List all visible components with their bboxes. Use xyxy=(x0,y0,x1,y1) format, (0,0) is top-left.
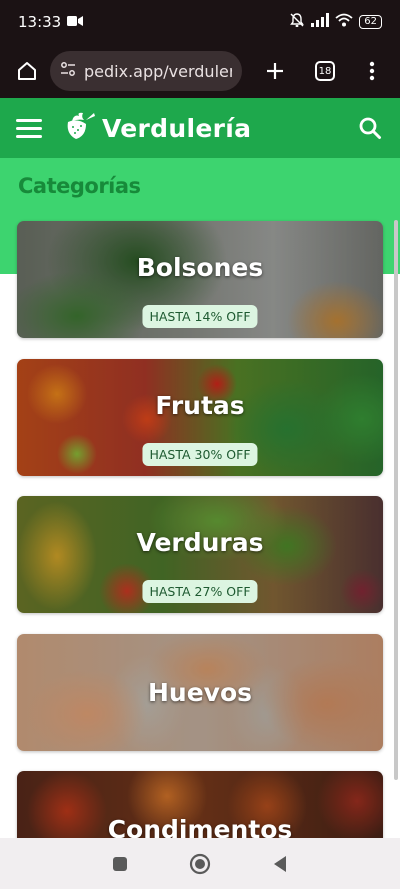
category-card-frutas[interactable]: Frutas HASTA 30% OFF xyxy=(17,359,383,476)
bell-off-icon xyxy=(289,12,305,32)
tabs-icon[interactable]: 18 xyxy=(315,61,335,81)
category-title: Huevos xyxy=(147,678,253,707)
status-right: 62 xyxy=(289,12,382,32)
status-bar: 13:33 62 xyxy=(0,0,400,44)
recents-square-icon[interactable] xyxy=(105,849,135,879)
scrollbar-thumb[interactable] xyxy=(394,220,398,780)
discount-badge: HASTA 30% OFF xyxy=(142,443,258,466)
new-tab-plus-icon[interactable] xyxy=(258,54,292,88)
address-bar[interactable]: pedix.app/verduleria xyxy=(50,51,242,91)
back-triangle-icon[interactable] xyxy=(265,849,295,879)
signal-icon xyxy=(311,13,330,31)
video-camera-icon xyxy=(67,14,84,31)
wifi-icon xyxy=(335,13,353,31)
search-icon[interactable] xyxy=(356,114,384,142)
category-card-huevos[interactable]: Huevos xyxy=(17,634,383,751)
page-scrollbar[interactable] xyxy=(394,220,398,836)
more-vert-icon[interactable] xyxy=(358,54,386,88)
brand-logo[interactable]: Verdulería xyxy=(62,110,251,147)
system-nav-bar xyxy=(0,838,400,889)
battery-icon: 62 xyxy=(359,15,382,29)
category-card-verduras[interactable]: Verduras HASTA 27% OFF xyxy=(17,496,383,613)
category-title: Bolsones xyxy=(136,253,264,282)
status-left: 13:33 xyxy=(18,13,84,31)
status-time: 13:33 xyxy=(18,13,62,31)
tabs-button[interactable]: 18 xyxy=(308,54,342,88)
strawberry-logo-icon xyxy=(62,110,96,147)
category-card-bolsones[interactable]: Bolsones HASTA 14% OFF xyxy=(17,221,383,338)
app-header: Verdulería xyxy=(0,98,400,158)
url-text[interactable]: pedix.app/verduleria xyxy=(84,62,232,81)
hamburger-menu-icon[interactable] xyxy=(16,114,44,142)
category-title: Frutas xyxy=(155,391,245,420)
brand-name: Verdulería xyxy=(102,113,252,143)
screen: 13:33 62 pedix.app/verdule 18 Verdulería… xyxy=(0,0,400,889)
discount-badge: HASTA 14% OFF xyxy=(142,305,258,328)
category-title: Verduras xyxy=(136,528,264,557)
browser-toolbar: pedix.app/verduleria 18 xyxy=(0,44,400,98)
section-title: Categorías xyxy=(18,174,141,198)
discount-badge: HASTA 27% OFF xyxy=(142,580,258,603)
home-icon[interactable] xyxy=(10,54,44,88)
home-circle-icon[interactable] xyxy=(185,849,215,879)
site-settings-icon[interactable] xyxy=(60,61,76,82)
